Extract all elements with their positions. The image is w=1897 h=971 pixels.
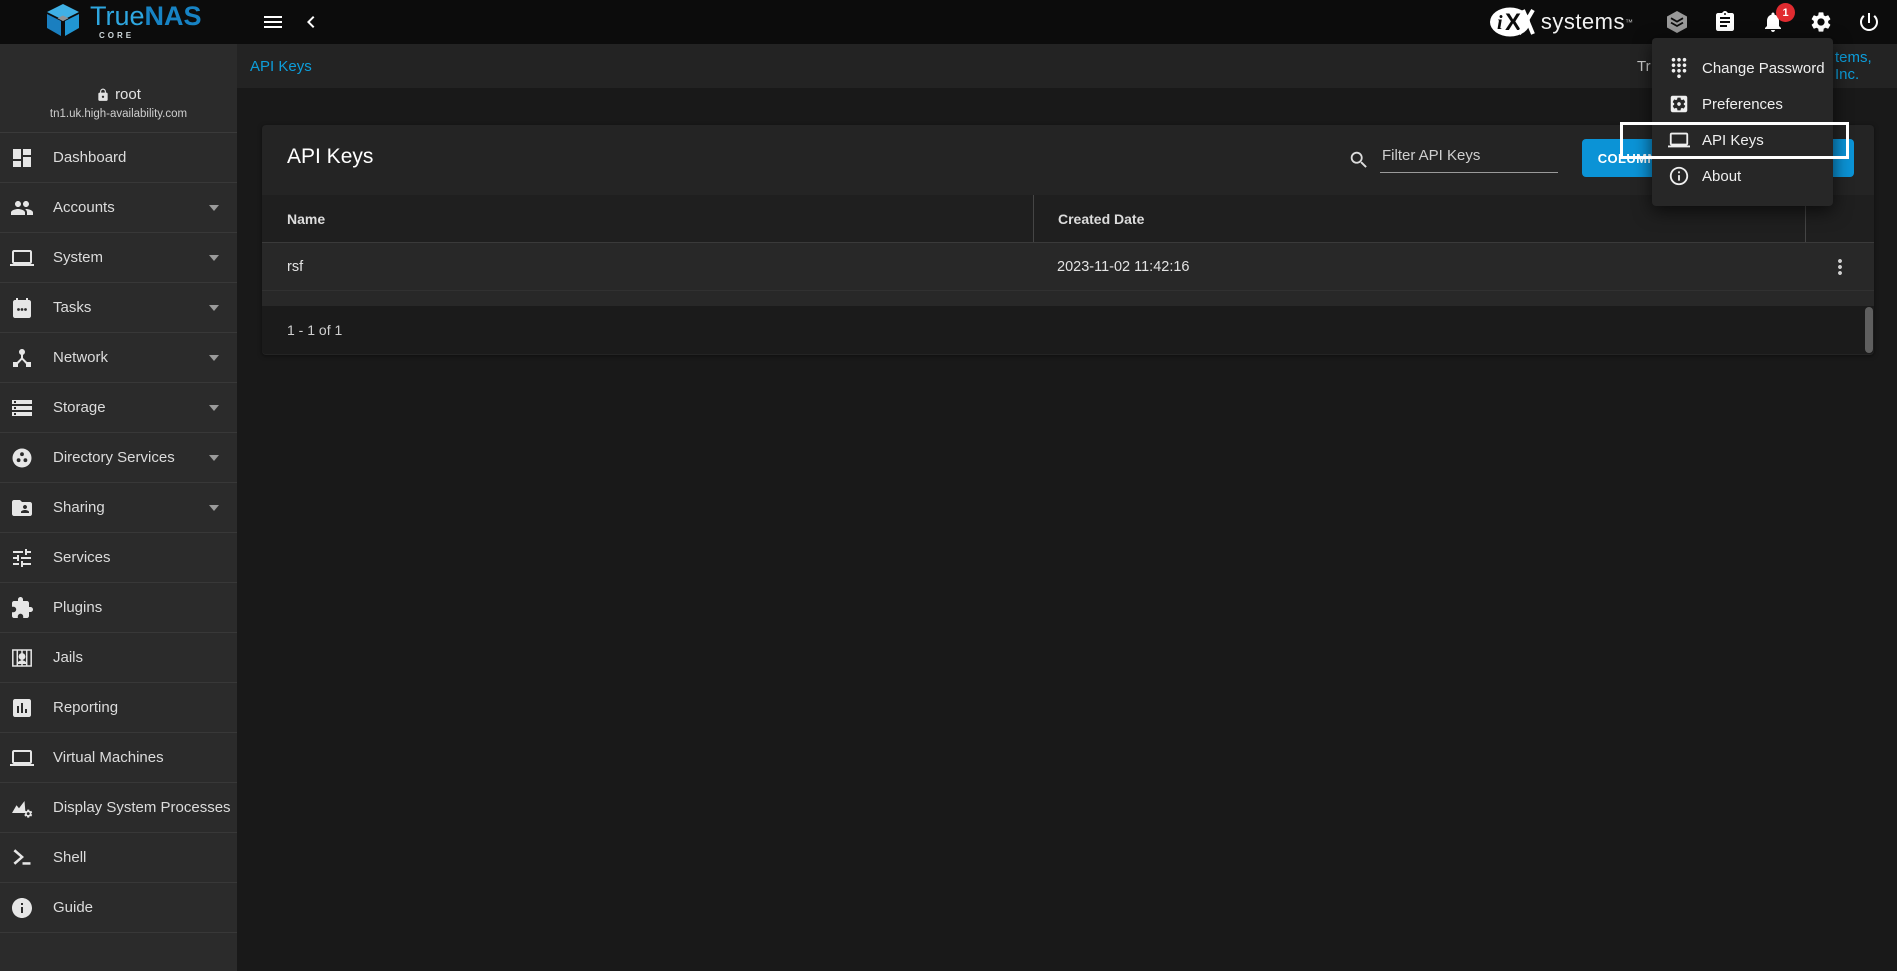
storage-icon: [10, 396, 34, 420]
sidebar-item-accounts[interactable]: Accounts: [0, 183, 237, 233]
ixsystems-logo-text: systems: [1541, 9, 1625, 35]
menu-item-about[interactable]: About: [1652, 158, 1833, 194]
table-row[interactable]: rsf 2023-11-02 11:42:16: [262, 243, 1874, 291]
truenas-mark-icon[interactable]: [1665, 10, 1689, 34]
guide-info-icon: [10, 896, 34, 920]
sidebar-item-directory-services[interactable]: Directory Services: [0, 433, 237, 483]
card-scrollbar[interactable]: [1865, 307, 1873, 353]
breadcrumb[interactable]: API Keys: [250, 44, 312, 88]
user-name: root: [115, 86, 141, 103]
sidebar-item-network[interactable]: Network: [0, 333, 237, 383]
hamburger-menu-icon[interactable]: [261, 10, 285, 34]
menu-item-api-keys[interactable]: API Keys: [1652, 122, 1833, 158]
directory-services-icon: [10, 446, 34, 470]
sidebar-item-storage[interactable]: Storage: [0, 383, 237, 433]
sidebar-item-shell[interactable]: Shell: [0, 833, 237, 883]
brand-true: True: [90, 1, 145, 31]
sidebar-item-plugins[interactable]: Plugins: [0, 583, 237, 633]
chevron-down-icon: [209, 405, 219, 411]
page-title: API Keys: [287, 145, 373, 169]
sidebar-item-reporting[interactable]: Reporting: [0, 683, 237, 733]
topbar-right-text-fragment: Tr: [1637, 44, 1651, 88]
accounts-people-icon: [10, 196, 34, 220]
sidebar-item-virtual-machines[interactable]: Virtual Machines: [0, 733, 237, 783]
cell-created-date: 2023-11-02 11:42:16: [1033, 243, 1805, 290]
network-hub-icon: [10, 346, 34, 370]
vm-laptop-icon: [10, 746, 34, 770]
sidebar-item-tasks[interactable]: Tasks: [0, 283, 237, 333]
sharing-folder-icon: [10, 496, 34, 520]
jails-icon: [10, 646, 34, 670]
shell-terminal-icon: [10, 846, 34, 870]
api-keys-card: API Keys COLUMNS ADD Name Created Date r…: [262, 125, 1874, 355]
preferences-gear-icon: [1668, 93, 1690, 115]
truenas-logo: TrueNAS CORE: [44, 3, 202, 40]
menu-item-preferences[interactable]: Preferences: [1652, 86, 1833, 122]
dashboard-icon: [10, 146, 34, 170]
reporting-chart-icon: [10, 696, 34, 720]
sidebar-item-dashboard[interactable]: Dashboard: [0, 133, 237, 183]
column-header-name[interactable]: Name: [262, 195, 1033, 242]
user-settings-menu: Change Password Preferences API Keys Abo…: [1652, 38, 1833, 206]
truenas-logo-icon: [44, 3, 82, 39]
ixsystems-copyright-fragment[interactable]: tems, Inc.: [1835, 44, 1897, 88]
sidebar: root tn1.uk.high-availability.com Dashbo…: [0, 44, 237, 971]
sidebar-item-display-system-processes[interactable]: Display System Processes: [0, 783, 237, 833]
services-tune-icon: [10, 546, 34, 570]
about-info-icon: [1668, 165, 1690, 187]
plugins-puzzle-icon: [10, 596, 34, 620]
system-laptop-icon: [10, 246, 34, 270]
main-content: API Keys COLUMNS ADD Name Created Date r…: [237, 88, 1897, 971]
paginator-range: 1 - 1 of 1: [287, 322, 342, 338]
api-keys-laptop-icon: [1668, 129, 1690, 151]
chevron-down-icon: [209, 455, 219, 461]
sidebar-item-guide[interactable]: Guide: [0, 883, 237, 933]
brand-nas: NAS: [145, 1, 202, 31]
notifications-bell-icon[interactable]: 1: [1761, 10, 1785, 34]
lock-icon: [96, 88, 110, 102]
tasks-calendar-icon: [10, 296, 34, 320]
notifications-badge: 1: [1776, 3, 1795, 22]
cell-name: rsf: [262, 243, 1033, 290]
paginator: 1 - 1 of 1: [262, 306, 1874, 354]
chevron-down-icon: [209, 355, 219, 361]
chevron-down-icon: [209, 205, 219, 211]
hostname: tn1.uk.high-availability.com: [50, 108, 187, 120]
sidebar-item-system[interactable]: System: [0, 233, 237, 283]
chevron-down-icon: [209, 305, 219, 311]
sidebar-item-sharing[interactable]: Sharing: [0, 483, 237, 533]
settings-gear-icon[interactable]: [1809, 10, 1833, 34]
system-processes-icon: [10, 796, 34, 820]
dialpad-icon: [1668, 57, 1690, 79]
svg-text:i: i: [1497, 12, 1503, 34]
breadcrumb-bar: API Keys Tr tems, Inc.: [237, 44, 1897, 88]
sidebar-item-services[interactable]: Services: [0, 533, 237, 583]
brand-edition: CORE: [99, 32, 202, 40]
table-header: Name Created Date: [262, 195, 1874, 243]
sidebar-item-jails[interactable]: Jails: [0, 633, 237, 683]
chevron-down-icon: [209, 255, 219, 261]
filter-input[interactable]: [1380, 145, 1558, 173]
chevron-down-icon: [209, 505, 219, 511]
row-kebab-menu-icon[interactable]: [1828, 255, 1852, 279]
menu-item-change-password[interactable]: Change Password: [1652, 50, 1833, 86]
ixsystems-logo-icon: i X: [1489, 6, 1539, 38]
ixsystems-logo: i X systems™: [1489, 6, 1633, 38]
search-icon[interactable]: [1348, 149, 1370, 171]
topbar: TrueNAS CORE i X systems™: [0, 0, 1897, 44]
back-chevron-icon[interactable]: [299, 10, 323, 34]
sidebar-user-block: root tn1.uk.high-availability.com: [0, 44, 237, 133]
power-icon[interactable]: [1857, 10, 1881, 34]
tasks-clipboard-icon[interactable]: [1713, 10, 1737, 34]
